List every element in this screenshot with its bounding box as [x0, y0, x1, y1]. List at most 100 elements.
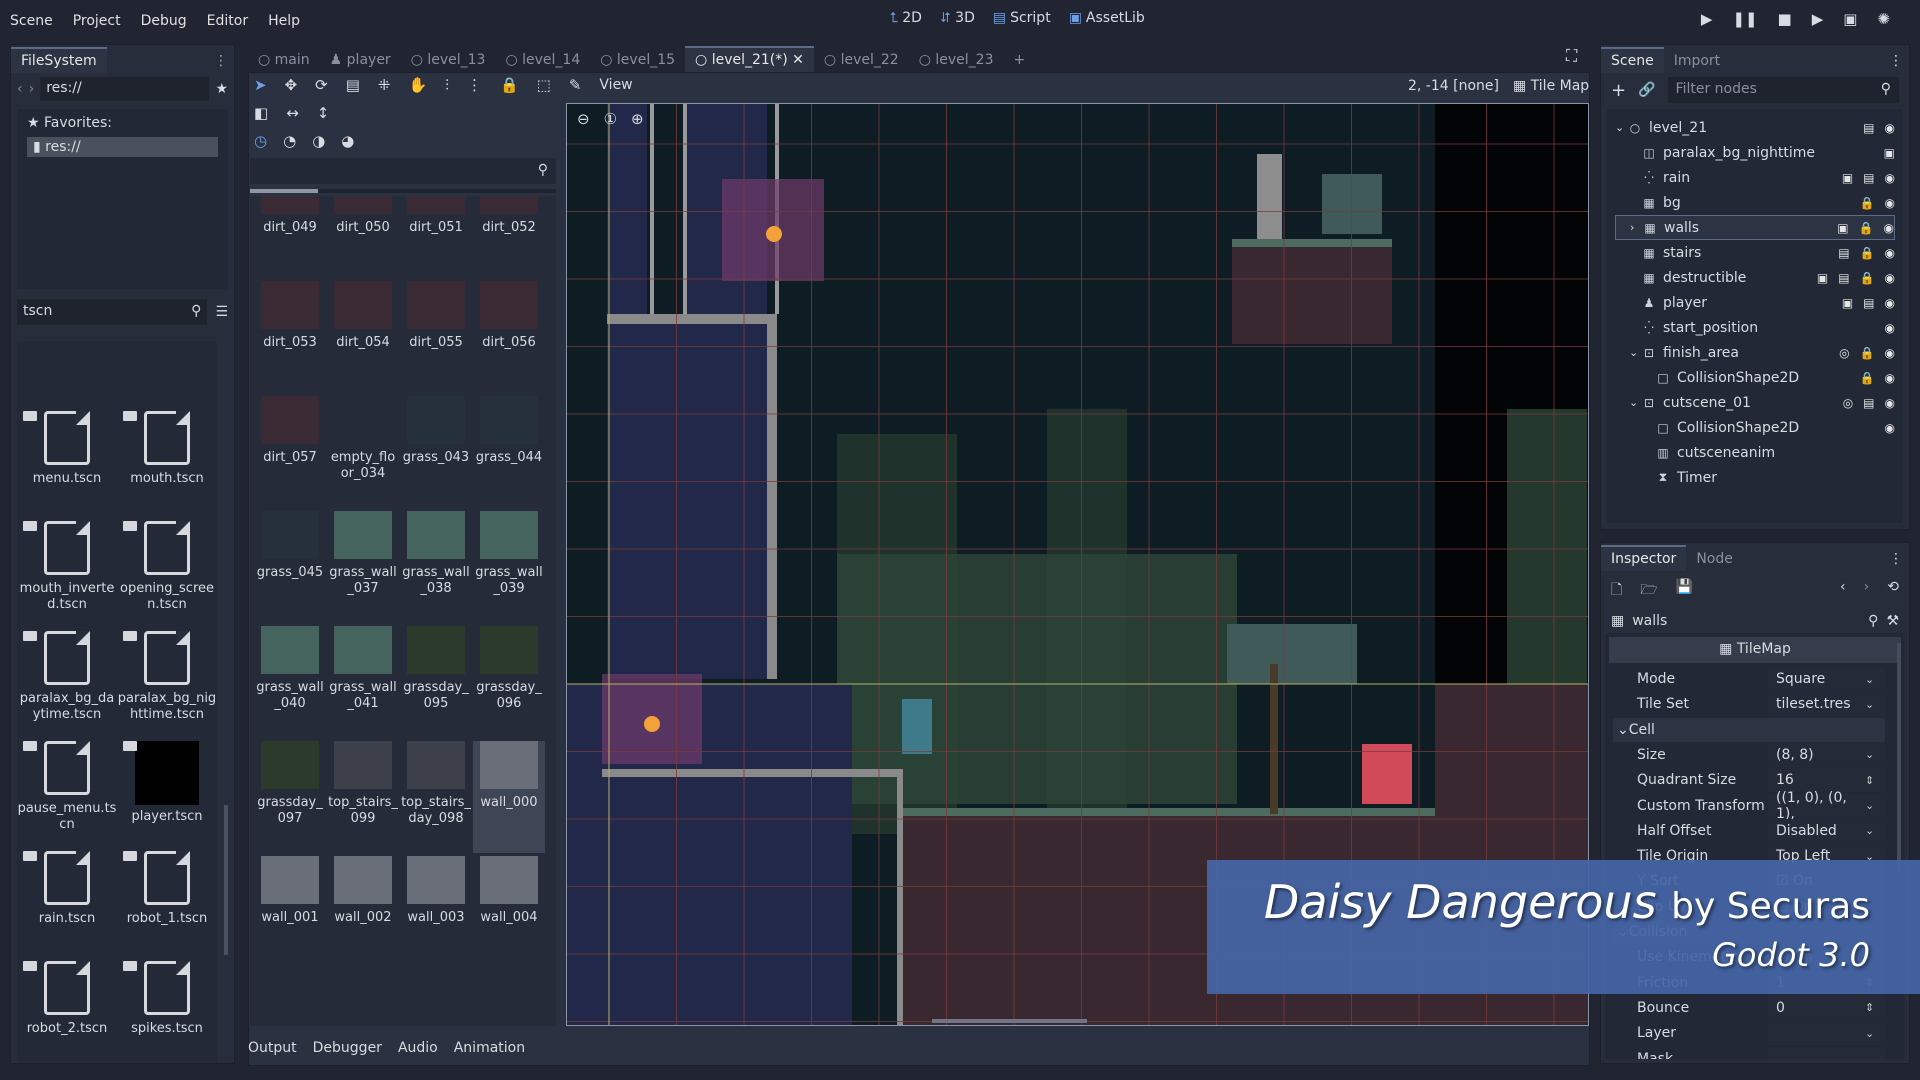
rotate-tool-icon[interactable]: ⟳ — [315, 76, 328, 94]
menu-editor[interactable]: Editor — [197, 13, 258, 29]
tile-item[interactable]: dirt_050 — [327, 196, 399, 278]
mode-assetlib[interactable]: ▣ AssetLib — [1069, 10, 1145, 26]
instance-icon[interactable]: ▣ — [1842, 171, 1853, 185]
tile-item[interactable]: grassday_097 — [254, 741, 326, 853]
scene-node-destructible[interactable]: ▦ destructible ▣ ▤ 🔒 ◉ — [1615, 265, 1895, 290]
tile-item[interactable]: wall_002 — [327, 856, 399, 968]
scene-tab-level_14[interactable]: ○ level_14 — [495, 48, 590, 72]
visibility-eye-icon[interactable]: ◉ — [1885, 121, 1895, 135]
tilemap-menu[interactable]: ▦ Tile Map — [1513, 78, 1589, 94]
tile-item[interactable]: grass_wall_037 — [327, 511, 399, 623]
visibility-eye-icon[interactable]: ◉ — [1885, 171, 1895, 185]
history-back-icon[interactable]: ‹ — [1840, 579, 1846, 603]
tab-import[interactable]: Import — [1664, 49, 1730, 73]
h-scrollbar[interactable] — [932, 1019, 1087, 1023]
property-value[interactable]: ⌄ — [1768, 1046, 1885, 1059]
visibility-eye-icon[interactable]: ◉ — [1884, 221, 1894, 235]
rotate-270-icon[interactable]: ◕ — [341, 132, 354, 150]
tile-item[interactable]: grass_wall_041 — [327, 626, 399, 738]
tile-item[interactable]: grass_045 — [254, 511, 326, 623]
tab-node[interactable]: Node — [1686, 547, 1743, 571]
rotate-90-icon[interactable]: ◔ — [283, 132, 296, 150]
file-item[interactable]: mouth_inverted.tscn — [17, 521, 117, 613]
history-forward-icon[interactable]: › — [1864, 579, 1870, 603]
scene-node-paralax_bg_nighttime[interactable]: ◫ paralax_bg_nighttime ▣ — [1615, 140, 1895, 165]
move-tool-icon[interactable]: ✥ — [285, 76, 298, 94]
transpose-icon[interactable]: ◧ — [254, 104, 268, 122]
tab-filesystem[interactable]: FileSystem — [11, 47, 107, 73]
search-icon[interactable]: ⚲ — [1868, 613, 1878, 629]
scene-tab-level_23[interactable]: ○ level_23 — [909, 48, 1004, 72]
tile-item[interactable]: dirt_049 — [254, 196, 326, 278]
file-item[interactable]: player.tscn — [117, 741, 217, 825]
section-cell[interactable]: ⌄ Cell — [1613, 717, 1885, 743]
rotate-180-icon[interactable]: ◑ — [312, 132, 325, 150]
visibility-eye-icon[interactable]: ◉ — [1885, 296, 1895, 310]
tile-item[interactable]: grassday_096 — [473, 626, 545, 738]
property-value[interactable]: Disabled ⌄ — [1768, 818, 1885, 843]
tile-item[interactable]: dirt_053 — [254, 281, 326, 393]
scene-tab-level_13[interactable]: ○ level_13 — [401, 48, 496, 72]
script-icon[interactable]: ▤ — [1838, 271, 1849, 285]
dropdown-icon[interactable]: ⇕ — [1865, 1001, 1885, 1014]
file-item[interactable]: opening_screen.tscn — [117, 521, 217, 613]
tile-item[interactable]: wall_000 — [473, 741, 545, 853]
bottom-tab-animation[interactable]: Animation — [454, 1040, 525, 1056]
property-value[interactable]: ⌄ — [1768, 1021, 1885, 1046]
spinner-icon[interactable]: ✺ — [1877, 10, 1890, 28]
visibility-eye-icon[interactable]: ◉ — [1885, 421, 1895, 435]
lock-icon[interactable]: 🔒 — [1859, 221, 1874, 235]
distraction-free-icon[interactable]: ⛶ — [1566, 46, 1577, 66]
new-scene-tab-icon[interactable]: + — [1003, 48, 1035, 72]
file-search-input[interactable]: tscn ⚲ — [17, 299, 208, 325]
tile-item[interactable]: wall_001 — [254, 856, 326, 968]
expand-arrow-icon[interactable]: ⌄ — [1615, 121, 1627, 134]
tile-item[interactable]: dirt_056 — [473, 281, 545, 393]
menu-project[interactable]: Project — [63, 13, 131, 29]
object-tools-icon[interactable]: ⚒ — [1886, 613, 1899, 629]
scene-tab-level_21[interactable]: ○ level_21(*) ✕ — [685, 46, 814, 72]
property-value[interactable]: tileset.tres ⌄ — [1768, 692, 1885, 717]
inspector-scrollbar[interactable] — [1897, 643, 1901, 873]
snap-icon[interactable]: ⫶ — [445, 76, 449, 94]
scene-node-cutscene_01[interactable]: ⌄ ⊡ cutscene_01 ◎ ▤ ◉ — [1615, 390, 1895, 415]
favorite-star-icon[interactable]: ★ — [215, 81, 228, 97]
tile-item[interactable]: dirt_052 — [473, 196, 545, 278]
expand-arrow-icon[interactable]: ⌄ — [1629, 396, 1641, 409]
expand-arrow-icon[interactable]: › — [1630, 221, 1642, 234]
file-item[interactable]: robot_1.tscn — [117, 851, 217, 927]
scene-node-walls[interactable]: › ▦ walls ▣ 🔒 ◉ — [1615, 215, 1895, 240]
tab-inspector[interactable]: Inspector — [1601, 545, 1687, 571]
play-custom-icon[interactable]: ▣ — [1843, 10, 1857, 28]
tile-item[interactable]: dirt_054 — [327, 281, 399, 393]
menu-dots-icon[interactable]: ⋮ — [1883, 547, 1909, 571]
scene-node-timer[interactable]: ⧗ Timer — [1615, 465, 1895, 490]
scene-node-bg[interactable]: ▦ bg 🔒 ◉ — [1615, 190, 1895, 215]
tile-item[interactable]: empty_floor_034 — [327, 396, 399, 508]
visibility-eye-icon[interactable]: ◉ — [1885, 246, 1895, 260]
flip-v-icon[interactable]: ↕ — [317, 104, 330, 122]
scene-node-start_position[interactable]: ⁛ start_position ◉ — [1615, 315, 1895, 340]
file-item[interactable]: menu.tscn — [17, 411, 117, 487]
instance-icon[interactable]: ▣ — [1817, 271, 1828, 285]
mode-2d[interactable]: ⮤ 2D — [890, 10, 922, 26]
more-icon[interactable]: ⋮ — [467, 76, 482, 94]
filter-nodes-input[interactable]: Filter nodes ⚲ — [1667, 77, 1899, 103]
menu-dots-icon[interactable]: ⋮ — [208, 49, 234, 73]
property-value[interactable]: Square ⌄ — [1768, 667, 1885, 691]
file-grid-scrollbar[interactable] — [224, 805, 228, 955]
add-node-icon[interactable]: + — [1611, 80, 1626, 101]
mode-3d[interactable]: ⮃ 3D — [940, 10, 975, 26]
menu-scene[interactable]: Scene — [0, 13, 63, 29]
group-icon[interactable]: ⬚ — [537, 76, 551, 94]
visibility-eye-icon[interactable]: ◉ — [1885, 321, 1895, 335]
expand-arrow-icon[interactable]: ⌄ — [1629, 346, 1641, 359]
property-value[interactable]: 0 ⇕ — [1768, 995, 1885, 1020]
bottom-tab-audio[interactable]: Audio — [398, 1040, 438, 1056]
stop-icon[interactable]: ■ — [1778, 10, 1792, 28]
menu-debug[interactable]: Debug — [131, 13, 197, 29]
tile-search-input[interactable]: ⚲ — [250, 158, 556, 184]
tile-item[interactable]: wall_003 — [400, 856, 472, 968]
bottom-tab-debugger[interactable]: Debugger — [313, 1040, 382, 1056]
forward-icon[interactable]: › — [29, 81, 35, 97]
